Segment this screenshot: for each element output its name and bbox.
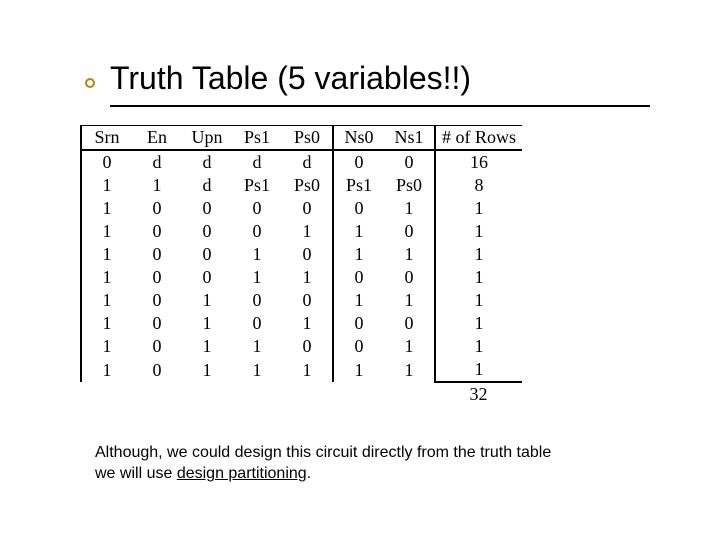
table-row: 1 0 0 1 0 1 1 1	[81, 243, 522, 266]
col-ns0: Ns0	[333, 126, 384, 151]
col-rows: # of Rows	[435, 126, 522, 151]
sum-cell: 32	[435, 382, 522, 406]
table-row: 0 d d d d 0 0 16	[81, 150, 522, 174]
col-upn: Upn	[182, 126, 232, 151]
table-row: 1 0 0 1 1 0 0 1	[81, 266, 522, 289]
caption-line2a: we will use	[95, 465, 177, 482]
table-row: 1 1 d Ps1 Ps0 Ps1 Ps0 8	[81, 174, 522, 197]
table-row: 1 0 1 1 0 0 1 1	[81, 335, 522, 358]
truth-table-wrap: Srn En Upn Ps1 Ps0 Ns0 Ns1 # of Rows 0 d…	[80, 125, 670, 406]
caption-underline: design partitioning	[177, 465, 307, 482]
caption-line1: Although, we could design this circuit d…	[95, 444, 551, 461]
table-row: 1 0 1 1 1 1 1 1	[81, 358, 522, 382]
col-en: En	[132, 126, 182, 151]
caption: Although, we could design this circuit d…	[95, 443, 551, 485]
table-row: 1 0 1 0 0 1 1 1	[81, 289, 522, 312]
col-ps1: Ps1	[232, 126, 282, 151]
table-body: 0 d d d d 0 0 16 1 1 d Ps1 Ps0 Ps1 Ps0	[81, 150, 522, 406]
col-ns1: Ns1	[384, 126, 435, 151]
table-row: 1 0 0 0 0 0 1 1	[81, 197, 522, 220]
sum-row: 32	[81, 382, 522, 406]
truth-table: Srn En Upn Ps1 Ps0 Ns0 Ns1 # of Rows 0 d…	[80, 125, 522, 406]
slide: Truth Table (5 variables!!) Srn En Upn P…	[0, 0, 720, 540]
slide-title: Truth Table (5 variables!!)	[110, 60, 670, 97]
table-row: 1 0 0 0 1 1 0 1	[81, 220, 522, 243]
col-ps0: Ps0	[282, 126, 333, 151]
title-rule	[110, 105, 650, 107]
table-header-row: Srn En Upn Ps1 Ps0 Ns0 Ns1 # of Rows	[81, 126, 522, 151]
caption-line2c: .	[307, 465, 311, 482]
table-row: 1 0 1 0 1 0 0 1	[81, 312, 522, 335]
bullet-icon	[85, 78, 95, 88]
col-srn: Srn	[81, 126, 132, 151]
